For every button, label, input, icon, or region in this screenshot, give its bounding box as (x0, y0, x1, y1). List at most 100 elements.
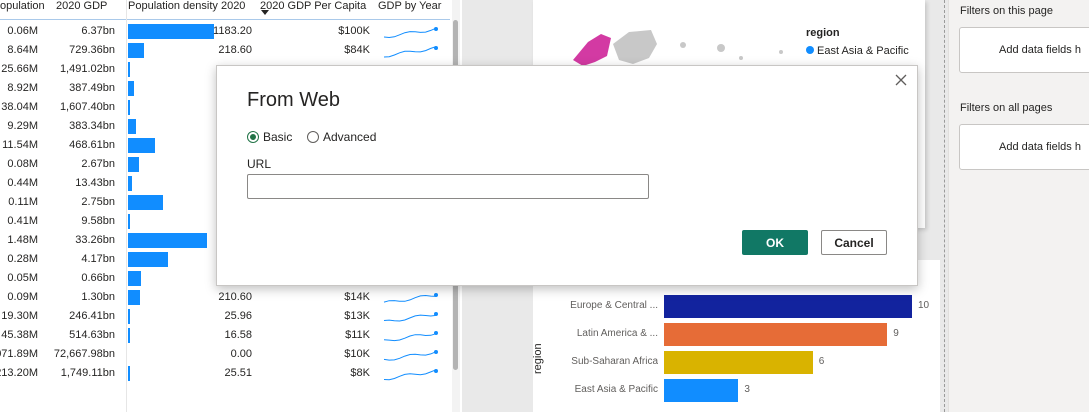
radio-basic-indicator[interactable] (247, 131, 259, 143)
cell-population: 1,071.89M (0, 348, 38, 360)
cell-gdp-per-capita: $11K (345, 329, 370, 341)
filters-this-page-drop-well[interactable]: Add data fields h (959, 27, 1089, 73)
table-row[interactable]: 1,071.89M 72,667.98bn 0.00 $10K (0, 345, 450, 364)
cell-gdp: 387.49bn (69, 82, 115, 94)
cell-density: 210.60 (218, 291, 252, 303)
density-data-bar (128, 157, 139, 172)
cell-gdp-per-capita: $8K (350, 367, 370, 379)
table-header: opulation 2020 GDP Population density 20… (0, 0, 450, 20)
col-header-population[interactable]: opulation (0, 0, 45, 20)
sort-descending-icon[interactable] (261, 10, 269, 15)
density-data-bar (128, 62, 130, 77)
cell-density: 25.51 (224, 367, 252, 379)
sparkline (383, 350, 438, 361)
filters-this-page-label: Filters on this page (960, 5, 1053, 17)
close-icon[interactable] (892, 71, 910, 89)
density-data-bar (128, 309, 130, 324)
legend-dot-icon (806, 46, 814, 54)
cell-density: 16.58 (224, 329, 252, 341)
cell-gdp: 383.34bn (69, 120, 115, 132)
cell-gdp: 2.67bn (81, 158, 115, 170)
cell-gdp: 0.66bn (81, 272, 115, 284)
cell-gdp: 2.75bn (81, 196, 115, 208)
bar-category-label: Sub-Saharan Africa (571, 356, 658, 367)
cell-population: 19.30M (1, 310, 38, 322)
table-row[interactable]: 0.09M 1.30bn 210.60 $14K (0, 288, 450, 307)
sparkline (383, 27, 438, 39)
cell-gdp: 514.63bn (69, 329, 115, 341)
bar-category-label: East Asia & Pacific (574, 384, 658, 395)
cell-population: 8.64M (7, 44, 38, 56)
col-header-gdp-per-capita[interactable]: 2020 GDP Per Capita (260, 0, 366, 20)
table-row[interactable]: 45.38M 514.63bn 16.58 $11K (0, 326, 450, 345)
filters-all-pages-label: Filters on all pages (960, 102, 1053, 114)
cell-gdp: 13.43bn (75, 177, 115, 189)
cell-population: 1.48M (7, 234, 38, 246)
density-data-bar (128, 252, 169, 267)
cell-gdp: 246.41bn (69, 310, 115, 322)
cell-gdp: 33.26bn (75, 234, 115, 246)
bar-data-label: 6 (818, 356, 825, 367)
from-web-dialog: From Web Basic Advanced URL OK Cancel (216, 65, 918, 286)
map-island (680, 42, 686, 48)
cancel-button[interactable]: Cancel (821, 230, 887, 255)
map-region-grey (613, 30, 657, 64)
bar-category-label: Europe & Central ... (570, 300, 658, 311)
cell-gdp: 1,491.02bn (59, 63, 115, 75)
density-data-bar (128, 119, 136, 134)
cell-population: 45.38M (1, 329, 38, 341)
sparkline (383, 293, 438, 303)
col-header-density[interactable]: Population density 2020 (128, 0, 245, 20)
cell-density: 1183.20 (213, 25, 252, 37)
density-data-bar (128, 271, 142, 286)
cell-gdp: 4.17bn (81, 253, 115, 265)
cell-population: 0.41M (7, 215, 38, 227)
density-data-bar (128, 100, 130, 115)
cell-gdp: 1.30bn (81, 291, 115, 303)
sparkline (383, 331, 438, 342)
cell-population: 0.08M (7, 158, 38, 170)
cell-gdp: 729.36bn (69, 44, 115, 56)
cell-population: 213.20M (0, 367, 38, 379)
cell-gdp-per-capita: $100K (338, 25, 370, 37)
sparkline (383, 369, 438, 381)
radio-advanced[interactable]: Advanced (307, 130, 376, 144)
cell-gdp: 6.37bn (81, 25, 115, 37)
filters-all-pages-drop-well[interactable]: Add data fields h (959, 124, 1089, 170)
cell-population: 0.05M (7, 272, 38, 284)
density-data-bar (128, 366, 130, 381)
page-boundary-line (944, 0, 945, 412)
table-row[interactable]: 19.30M 246.41bn 25.96 $13K (0, 307, 450, 326)
table-row[interactable]: 8.64M 729.36bn 218.60 $84K (0, 41, 450, 60)
bar[interactable] (664, 323, 888, 346)
table-row[interactable]: 0.06M 6.37bn 1183.20 $100K (0, 22, 450, 41)
table-row[interactable]: 213.20M 1,749.11bn 25.51 $8K (0, 364, 450, 383)
col-header-gdp-by-year[interactable]: GDP by Year (378, 0, 441, 20)
bar[interactable] (664, 295, 912, 318)
cell-gdp-per-capita: $10K (344, 348, 370, 360)
cell-density: 25.96 (224, 310, 252, 322)
map-legend-title: region (806, 27, 840, 39)
sparkline (383, 46, 438, 58)
cell-gdp: 1,749.11bn (60, 367, 115, 379)
report-canvas: opulation 2020 GDP Population density 20… (0, 0, 1089, 412)
url-input[interactable] (247, 174, 649, 199)
cell-gdp: 9.58bn (81, 215, 115, 227)
radio-advanced-label: Advanced (323, 130, 377, 144)
density-data-bar (128, 328, 130, 343)
cell-population: 38.04M (1, 101, 38, 113)
map-legend-item[interactable]: East Asia & Pacific (806, 45, 909, 57)
radio-basic[interactable]: Basic (247, 130, 292, 144)
cell-density: 218.60 (218, 44, 252, 56)
cell-gdp-per-capita: $13K (344, 310, 370, 322)
radio-advanced-indicator[interactable] (307, 131, 319, 143)
bar[interactable] (664, 379, 739, 402)
cell-population: 0.11M (8, 196, 38, 208)
ok-button[interactable]: OK (742, 230, 808, 255)
density-data-bar (128, 81, 135, 96)
cell-density: 0.00 (230, 348, 252, 360)
cell-gdp-per-capita: $84K (344, 44, 370, 56)
col-header-gdp[interactable]: 2020 GDP (56, 0, 107, 20)
cell-population: 0.09M (7, 291, 38, 303)
bar[interactable] (664, 351, 813, 374)
